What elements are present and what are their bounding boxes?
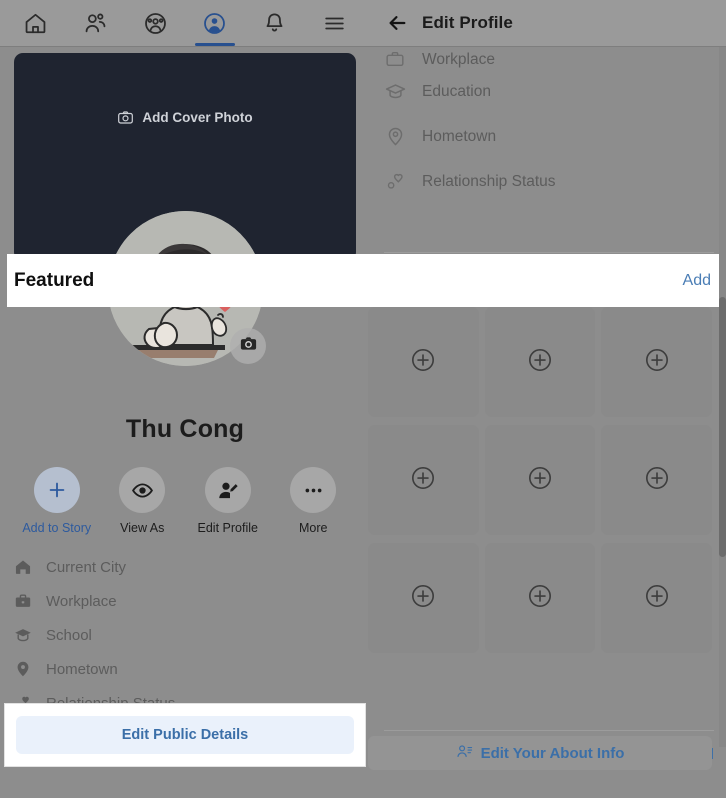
- camera-icon: [239, 334, 258, 358]
- about-row-education[interactable]: Education: [384, 69, 714, 114]
- featured-tile[interactable]: [484, 425, 596, 535]
- profile-name: Thu Cong: [125, 415, 245, 443]
- about-info-rows: Workplace Education Hometown Relationshi…: [384, 47, 714, 204]
- nav-tab-notifications[interactable]: [248, 0, 300, 46]
- featured-tiles-grid: [362, 307, 718, 653]
- featured-add-link[interactable]: Add: [683, 272, 711, 290]
- featured-tile[interactable]: [601, 425, 712, 535]
- more-label: More: [299, 521, 328, 535]
- change-avatar-photo-button[interactable]: [230, 328, 266, 364]
- edit-your-about-info-label: Edit Your About Info: [480, 744, 625, 762]
- featured-title: Featured: [14, 269, 95, 291]
- add-cover-photo-button[interactable]: Add Cover Photo: [14, 109, 356, 126]
- nav-tab-friends[interactable]: [69, 0, 121, 46]
- featured-tile[interactable]: [484, 307, 596, 417]
- detail-label: Workplace: [46, 592, 117, 610]
- featured-tile[interactable]: [368, 425, 479, 535]
- plus-circle-icon: [410, 465, 436, 496]
- top-nav-tabs: [0, 0, 370, 47]
- plus-circle-icon: [527, 583, 553, 614]
- plus-circle-icon: [644, 465, 670, 496]
- more-button[interactable]: More: [275, 467, 351, 535]
- plus-icon: [33, 467, 80, 513]
- page-title: Edit Profile: [422, 13, 513, 32]
- top-navigation-bar: Edit Profile: [0, 0, 726, 47]
- location-pin-icon: [12, 660, 34, 678]
- friends-icon: [83, 11, 108, 36]
- add-cover-photo-label: Add Cover Photo: [142, 110, 253, 125]
- featured-tile[interactable]: [601, 307, 712, 417]
- home-icon: [23, 11, 48, 36]
- featured-tile[interactable]: [484, 543, 596, 653]
- divider: [384, 730, 714, 731]
- camera-icon: [117, 109, 134, 126]
- detail-label: Hometown: [46, 660, 118, 678]
- detail-row-current-city[interactable]: Current City: [12, 550, 358, 584]
- nav-tab-menu[interactable]: [308, 0, 360, 46]
- edit-your-about-info-button[interactable]: Edit Your About Info: [368, 736, 712, 770]
- detail-label: Current City: [46, 558, 127, 576]
- groups-icon: [143, 11, 168, 36]
- about-row-relationship-status[interactable]: Relationship Status: [384, 159, 714, 204]
- profile-icon: [202, 11, 227, 36]
- plus-circle-icon: [527, 347, 553, 378]
- nav-tab-home[interactable]: [10, 0, 62, 46]
- detail-row-workplace[interactable]: Workplace: [12, 584, 358, 618]
- featured-tile[interactable]: [601, 543, 712, 653]
- about-row-label: Hometown: [422, 127, 497, 145]
- profile-column: Add Cover Photo Thu Cong Add to Story Vi…: [0, 47, 370, 798]
- plus-circle-icon: [644, 347, 670, 378]
- briefcase-icon: [12, 592, 34, 610]
- featured-tile[interactable]: [368, 543, 479, 653]
- edit-profile-label: Edit Profile: [197, 521, 258, 535]
- edit-public-details-label: Edit Public Details: [121, 727, 249, 743]
- plus-circle-icon: [410, 347, 436, 378]
- location-pin-icon: [384, 126, 406, 147]
- house-icon: [12, 558, 34, 576]
- edit-public-details-highlight: Edit Public Details: [4, 703, 366, 767]
- featured-tile[interactable]: [368, 307, 479, 417]
- add-to-story-button[interactable]: Add to Story: [19, 467, 95, 535]
- about-row-label: Workplace: [422, 51, 495, 68]
- profile-action-buttons: Add to Story View As Edit Profile More: [0, 467, 370, 535]
- edit-person-icon: [204, 467, 251, 513]
- detail-row-hometown[interactable]: Hometown: [12, 652, 358, 686]
- plus-circle-icon: [527, 465, 553, 496]
- detail-row-school[interactable]: School: [12, 618, 358, 652]
- eye-icon: [119, 467, 166, 513]
- plus-circle-icon: [410, 583, 436, 614]
- back-arrow-icon[interactable]: [386, 12, 408, 34]
- add-to-story-label: Add to Story: [22, 521, 92, 535]
- edit-public-details-button[interactable]: Edit Public Details: [16, 716, 354, 754]
- app-root: Edit Profile Add Cover Photo Thu Cong Ad…: [0, 0, 726, 798]
- edit-profile-button[interactable]: Edit Profile: [190, 467, 266, 535]
- scrollbar-thumb[interactable]: [719, 297, 726, 557]
- view-as-label: View As: [120, 521, 165, 535]
- about-row-workplace[interactable]: Workplace: [384, 47, 714, 69]
- detail-label: School: [46, 626, 92, 644]
- plus-circle-icon: [644, 583, 670, 614]
- person-list-icon: [456, 743, 473, 764]
- scrollbar-track[interactable]: [719, 47, 726, 747]
- notifications-bell-icon: [262, 11, 287, 36]
- divider: [384, 252, 714, 253]
- graduation-cap-icon: [384, 81, 406, 102]
- menu-hamburger-icon: [322, 11, 347, 36]
- ellipsis-icon: [290, 467, 337, 513]
- briefcase-icon: [384, 49, 406, 69]
- featured-section-header-highlight[interactable]: Featured Add: [7, 254, 719, 307]
- nav-tab-profile[interactable]: [189, 0, 241, 46]
- about-row-hometown[interactable]: Hometown: [384, 114, 714, 159]
- about-row-label: Relationship Status: [422, 172, 556, 190]
- hearts-icon: [384, 171, 406, 192]
- edit-profile-header: Edit Profile: [370, 0, 726, 47]
- nav-tab-groups[interactable]: [129, 0, 181, 46]
- view-as-button[interactable]: View As: [104, 467, 180, 535]
- graduation-cap-icon: [12, 626, 34, 644]
- about-row-label: Education: [422, 82, 491, 100]
